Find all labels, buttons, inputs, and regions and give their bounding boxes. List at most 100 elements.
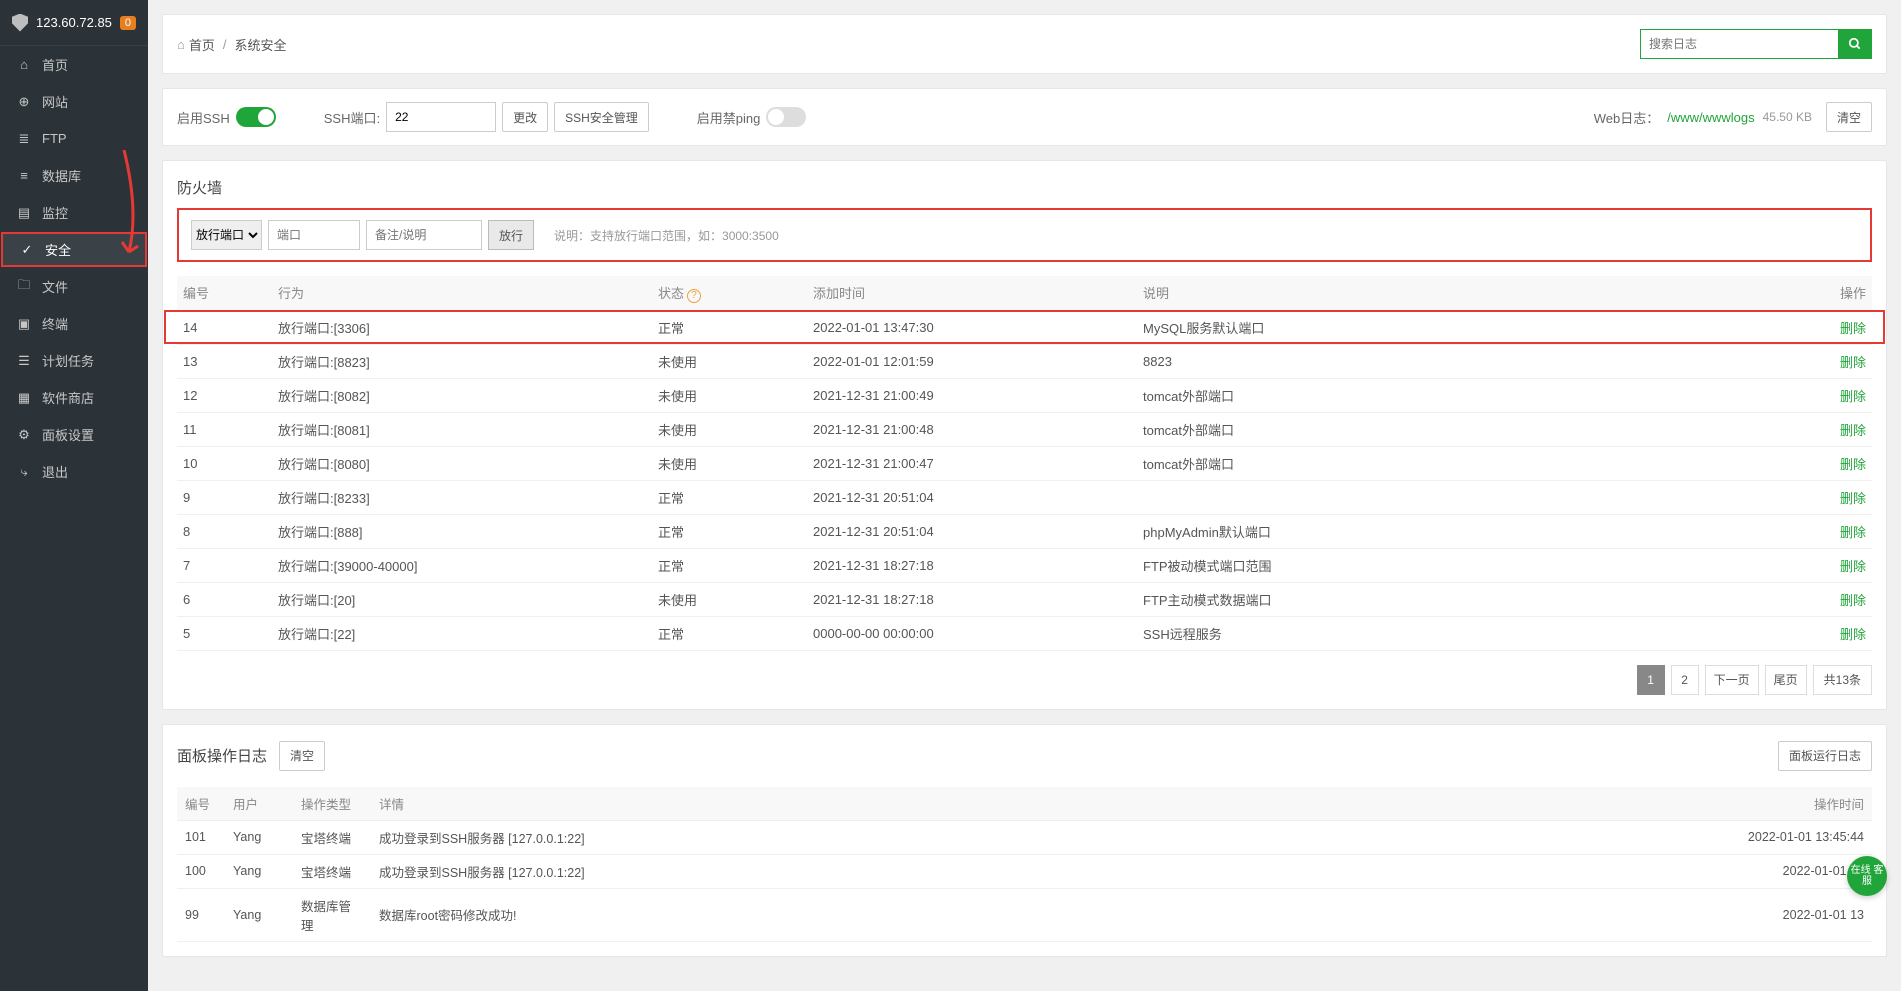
- firewall-go-button[interactable]: 放行: [488, 220, 534, 250]
- ban-ping-toggle[interactable]: [766, 107, 806, 127]
- log-type: 数据库管理: [293, 888, 371, 941]
- sidebar-item-label: 网站: [42, 92, 68, 111]
- sidebar-item-ftp[interactable]: ≣FTP: [0, 120, 148, 157]
- security-icon: ✓: [19, 242, 35, 258]
- ssh-manage-button[interactable]: SSH安全管理: [554, 102, 649, 132]
- ftp-icon: ≣: [16, 131, 32, 147]
- cell-addtime: 2021-12-31 18:27:18: [807, 548, 1137, 582]
- ssh-port-input[interactable]: [386, 102, 496, 132]
- notification-badge[interactable]: 0: [120, 16, 136, 30]
- col-op: 操作: [1802, 276, 1872, 310]
- cell-action: 放行端口:[888]: [272, 514, 652, 548]
- settings-icon: ⚙: [16, 427, 32, 443]
- search-button[interactable]: [1838, 29, 1872, 59]
- log-col-id: 编号: [177, 787, 225, 821]
- page-1[interactable]: 1: [1637, 665, 1665, 695]
- delete-link[interactable]: 删除: [1840, 525, 1866, 540]
- cell-id: 8: [177, 514, 272, 548]
- logs-header: 面板操作日志 清空 面板运行日志: [163, 725, 1886, 787]
- page-2[interactable]: 2: [1671, 665, 1699, 695]
- cell-desc: 8823: [1137, 344, 1802, 378]
- cell-id: 9: [177, 480, 272, 514]
- weblog-label: Web日志：: [1594, 108, 1660, 127]
- sidebar-item-store[interactable]: ▦软件商店: [0, 379, 148, 416]
- log-detail: 数据库root密码修改成功!: [371, 888, 1712, 941]
- cell-action: 放行端口:[8081]: [272, 412, 652, 446]
- delete-link[interactable]: 删除: [1840, 355, 1866, 370]
- delete-link[interactable]: 删除: [1840, 491, 1866, 506]
- delete-link[interactable]: 删除: [1840, 321, 1866, 336]
- cell-id: 13: [177, 344, 272, 378]
- sidebar-item-settings[interactable]: ⚙面板设置: [0, 416, 148, 453]
- sidebar-item-home[interactable]: ⌂首页: [0, 46, 148, 83]
- delete-link[interactable]: 删除: [1840, 627, 1866, 642]
- search-box: [1640, 29, 1872, 59]
- breadcrumb: ⌂ 首页 / 系统安全: [177, 35, 287, 54]
- cell-id: 5: [177, 616, 272, 650]
- cell-id: 10: [177, 446, 272, 480]
- cell-id: 7: [177, 548, 272, 582]
- cell-status: 正常: [652, 548, 807, 582]
- cell-desc: phpMyAdmin默认端口: [1137, 514, 1802, 548]
- log-col-type: 操作类型: [293, 787, 371, 821]
- monitor-icon: ▤: [16, 205, 32, 221]
- sidebar-item-db[interactable]: ≡数据库: [0, 157, 148, 194]
- cell-id: 6: [177, 582, 272, 616]
- page-next[interactable]: 下一页: [1705, 665, 1759, 695]
- online-support-button[interactable]: 在线 客服: [1847, 856, 1887, 896]
- sidebar-item-cron[interactable]: ☰计划任务: [0, 342, 148, 379]
- breadcrumb-home[interactable]: 首页: [189, 35, 215, 54]
- log-type: 宝塔终端: [293, 820, 371, 854]
- delete-link[interactable]: 删除: [1840, 423, 1866, 438]
- exit-icon: ⤷: [16, 464, 32, 480]
- cell-action: 放行端口:[20]: [272, 582, 652, 616]
- cell-status: 未使用: [652, 582, 807, 616]
- ssh-enable-label: 启用SSH: [177, 108, 230, 127]
- file-icon: 🗀: [16, 279, 32, 295]
- delete-link[interactable]: 删除: [1840, 457, 1866, 472]
- log-col-time: 操作时间: [1712, 787, 1872, 821]
- sidebar-item-security[interactable]: ✓安全: [1, 232, 147, 267]
- ssh-toggle[interactable]: [236, 107, 276, 127]
- firewall-mode-select[interactable]: 放行端口: [191, 220, 262, 250]
- cell-addtime: 2021-12-31 20:51:04: [807, 514, 1137, 548]
- sidebar-item-label: 数据库: [42, 166, 81, 185]
- weblog-clear-button[interactable]: 清空: [1826, 102, 1872, 132]
- weblog-path-link[interactable]: /www/wwwlogs: [1667, 110, 1754, 125]
- delete-link[interactable]: 删除: [1840, 389, 1866, 404]
- firewall-row: 8放行端口:[888]正常2021-12-31 20:51:04phpMyAdm…: [177, 514, 1872, 548]
- page-last[interactable]: 尾页: [1765, 665, 1807, 695]
- firewall-port-input[interactable]: [268, 220, 360, 250]
- shield-icon: [12, 14, 28, 32]
- cell-desc: [1137, 480, 1802, 514]
- run-log-button[interactable]: 面板运行日志: [1778, 741, 1872, 771]
- sidebar-item-terminal[interactable]: ▣终端: [0, 305, 148, 342]
- cell-action: 放行端口:[22]: [272, 616, 652, 650]
- ssh-change-button[interactable]: 更改: [502, 102, 548, 132]
- log-row: 101Yang宝塔终端成功登录到SSH服务器 [127.0.0.1:22]202…: [177, 820, 1872, 854]
- sidebar-item-monitor[interactable]: ▤监控: [0, 194, 148, 231]
- search-icon: [1848, 37, 1862, 51]
- ban-ping-label: 启用禁ping: [697, 108, 761, 127]
- sidebar-item-exit[interactable]: ⤷退出: [0, 453, 148, 490]
- firewall-row: 5放行端口:[22]正常0000-00-00 00:00:00SSH远程服务删除: [177, 616, 1872, 650]
- sidebar-item-label: 计划任务: [42, 351, 94, 370]
- firewall-title: 防火墙: [163, 161, 1886, 208]
- cell-desc: MySQL服务默认端口: [1137, 310, 1802, 344]
- log-id: 99: [177, 888, 225, 941]
- sidebar-item-site[interactable]: ⊕网站: [0, 83, 148, 120]
- help-icon[interactable]: ?: [687, 289, 701, 303]
- delete-link[interactable]: 删除: [1840, 559, 1866, 574]
- search-input[interactable]: [1640, 29, 1838, 59]
- breadcrumb-row: ⌂ 首页 / 系统安全: [163, 15, 1886, 73]
- cell-id: 14: [177, 310, 272, 344]
- logs-clear-button[interactable]: 清空: [279, 741, 325, 771]
- cell-action: 放行端口:[8823]: [272, 344, 652, 378]
- delete-link[interactable]: 删除: [1840, 593, 1866, 608]
- cell-desc: tomcat外部端口: [1137, 446, 1802, 480]
- sidebar-item-file[interactable]: 🗀文件: [0, 268, 148, 305]
- cell-status: 正常: [652, 480, 807, 514]
- cell-id: 11: [177, 412, 272, 446]
- cell-status: 未使用: [652, 412, 807, 446]
- firewall-remark-input[interactable]: [366, 220, 482, 250]
